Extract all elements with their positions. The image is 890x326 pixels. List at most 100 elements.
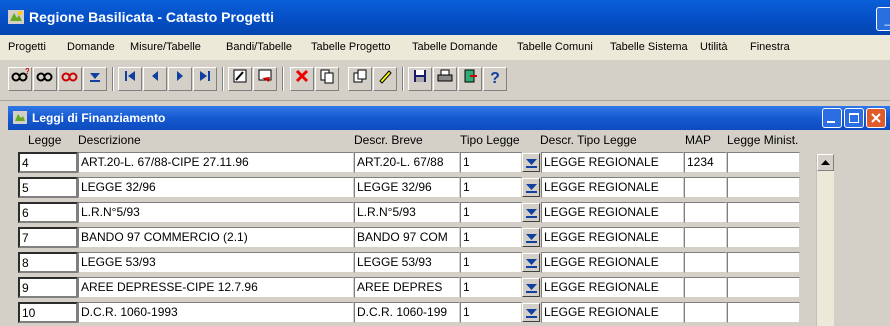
legge-minist-field[interactable] (727, 177, 800, 198)
legge-field[interactable]: 6 (18, 202, 78, 223)
table-row: 8 LEGGE 53/93 LEGGE 53/93 1 LEGGE REGIONALE (8, 250, 890, 275)
first-record-icon[interactable] (118, 67, 142, 91)
menu-tabelle-sistema[interactable]: Tabelle Sistema (610, 41, 688, 53)
toolbar-separator (402, 67, 404, 91)
form-title-bar: Leggi di Finanziamento (8, 106, 890, 130)
descrizione-field[interactable]: LEGGE 53/93 (78, 252, 354, 273)
tipo-legge-dropdown-button[interactable] (522, 178, 540, 197)
tipo-legge-field[interactable]: 1 (460, 252, 522, 273)
tipo-legge-field[interactable]: 1 (460, 277, 522, 298)
descrizione-field[interactable]: LEGGE 32/96 (78, 177, 354, 198)
descr-breve-field[interactable]: LEGGE 32/96 (354, 177, 460, 198)
legge-minist-field[interactable] (727, 202, 800, 223)
table-row: 9 AREE DEPRESSE-CIPE 12.7.96 AREE DEPRES 1 L… (8, 275, 890, 300)
menu-tabelle-domande[interactable]: Tabelle Domande (412, 41, 498, 53)
edit-field-icon[interactable] (373, 67, 397, 91)
minimize-button[interactable]: _ (876, 7, 890, 31)
duplicate-icon[interactable] (315, 67, 339, 91)
chevron-down-icon (526, 284, 537, 293)
descr-breve-field[interactable]: D.C.R. 1060-199 (354, 302, 460, 323)
map-field[interactable] (684, 177, 727, 198)
chevron-down-icon (526, 234, 537, 243)
last-record-icon[interactable] (193, 67, 217, 91)
map-field[interactable]: 1234 (684, 152, 727, 173)
previous-record-icon[interactable] (143, 67, 167, 91)
tipo-legge-field[interactable]: 1 (460, 152, 522, 173)
descr-tipo-legge-field[interactable]: LEGGE REGIONALE (541, 277, 684, 298)
exit-icon[interactable] (458, 67, 482, 91)
descr-tipo-legge-field[interactable]: LEGGE REGIONALE (541, 252, 684, 273)
map-field[interactable] (684, 277, 727, 298)
tipo-legge-field[interactable]: 1 (460, 302, 522, 323)
menu-tabelle-progetto[interactable]: Tabelle Progetto (311, 41, 391, 53)
menu-finestra[interactable]: Finestra (750, 41, 790, 53)
tipo-legge-field[interactable]: 1 (460, 177, 522, 198)
descrizione-field[interactable]: AREE DEPRESSE-CIPE 12.7.96 (78, 277, 354, 298)
next-record-icon[interactable] (168, 67, 192, 91)
descr-tipo-legge-field[interactable]: LEGGE REGIONALE (541, 177, 684, 198)
column-header-map: MAP (685, 133, 712, 147)
descr-breve-field[interactable]: ART.20-L. 67/88 (354, 152, 460, 173)
legge-field[interactable]: 8 (18, 252, 78, 273)
tipo-legge-dropdown-button[interactable] (522, 153, 540, 172)
legge-minist-field[interactable] (727, 302, 800, 323)
descr-tipo-legge-field[interactable]: LEGGE REGIONALE (541, 227, 684, 248)
table-row: 7 BANDO 97 COMMERCIO (2.1) BANDO 97 COM 1 LE… (8, 225, 890, 250)
tipo-legge-dropdown-button[interactable] (522, 228, 540, 247)
tipo-legge-dropdown-button[interactable] (522, 278, 540, 297)
menu-progetti[interactable]: Progetti (8, 41, 46, 53)
descr-tipo-legge-field[interactable]: LEGGE REGIONALE (541, 152, 684, 173)
vertical-scrollbar[interactable] (816, 154, 834, 326)
descr-breve-field[interactable]: BANDO 97 COM (354, 227, 460, 248)
list-values-icon[interactable] (83, 67, 107, 91)
descrizione-field[interactable]: BANDO 97 COMMERCIO (2.1) (78, 227, 354, 248)
legge-field[interactable]: 5 (18, 177, 78, 198)
descr-tipo-legge-field[interactable]: LEGGE REGIONALE (541, 202, 684, 223)
map-field[interactable] (684, 227, 727, 248)
delete-icon[interactable] (290, 67, 314, 91)
descr-breve-field[interactable]: LEGGE 53/93 (354, 252, 460, 273)
form-minimize-button[interactable] (822, 108, 842, 128)
legge-field[interactable]: 7 (18, 227, 78, 248)
form-close-button[interactable] (866, 108, 886, 128)
form-maximize-button[interactable] (844, 108, 864, 128)
query-cancel-icon[interactable] (58, 67, 82, 91)
legge-field[interactable]: 9 (18, 277, 78, 298)
descr-tipo-legge-field[interactable]: LEGGE REGIONALE (541, 302, 684, 323)
edit-icon[interactable] (228, 67, 252, 91)
descr-breve-field[interactable]: L.R.N°5/93 (354, 202, 460, 223)
copy-icon[interactable] (348, 67, 372, 91)
menu-domande[interactable]: Domande (67, 41, 115, 53)
legge-minist-field[interactable] (727, 227, 800, 248)
clear-record-icon[interactable] (253, 67, 277, 91)
tipo-legge-dropdown-button[interactable] (522, 303, 540, 322)
print-icon[interactable] (433, 67, 457, 91)
help-icon[interactable]: ? (483, 67, 507, 91)
menu-tabelle-comuni[interactable]: Tabelle Comuni (517, 41, 593, 53)
map-field[interactable] (684, 202, 727, 223)
tipo-legge-dropdown-button[interactable] (522, 253, 540, 272)
menu-bandi-tabelle[interactable]: Bandi/Tabelle (226, 41, 292, 53)
tipo-legge-dropdown-button[interactable] (522, 203, 540, 222)
descrizione-field[interactable]: D.C.R. 1060-1993 (78, 302, 354, 323)
legge-minist-field[interactable] (727, 152, 800, 173)
scroll-up-button[interactable] (817, 154, 834, 171)
tipo-legge-field[interactable]: 1 (460, 227, 522, 248)
tipo-legge-field[interactable]: 1 (460, 202, 522, 223)
legge-field[interactable]: 4 (18, 152, 78, 173)
descrizione-field[interactable]: ART.20-L. 67/88-CIPE 27.11.96 (78, 152, 354, 173)
legge-field[interactable]: 10 (18, 302, 78, 323)
legge-minist-field[interactable] (727, 277, 800, 298)
map-field[interactable] (684, 302, 727, 323)
save-icon[interactable] (408, 67, 432, 91)
menu-utilita[interactable]: Utilità (700, 41, 728, 53)
query-enter-icon[interactable]: ? (8, 67, 32, 91)
menu-misure-tabelle[interactable]: Misure/Tabelle (130, 41, 201, 53)
chevron-down-icon (526, 184, 537, 193)
query-execute-icon[interactable] (33, 67, 57, 91)
descr-breve-field[interactable]: AREE DEPRES (354, 277, 460, 298)
svg-text:?: ? (25, 68, 29, 76)
descrizione-field[interactable]: L.R.N°5/93 (78, 202, 354, 223)
map-field[interactable] (684, 252, 727, 273)
legge-minist-field[interactable] (727, 252, 800, 273)
